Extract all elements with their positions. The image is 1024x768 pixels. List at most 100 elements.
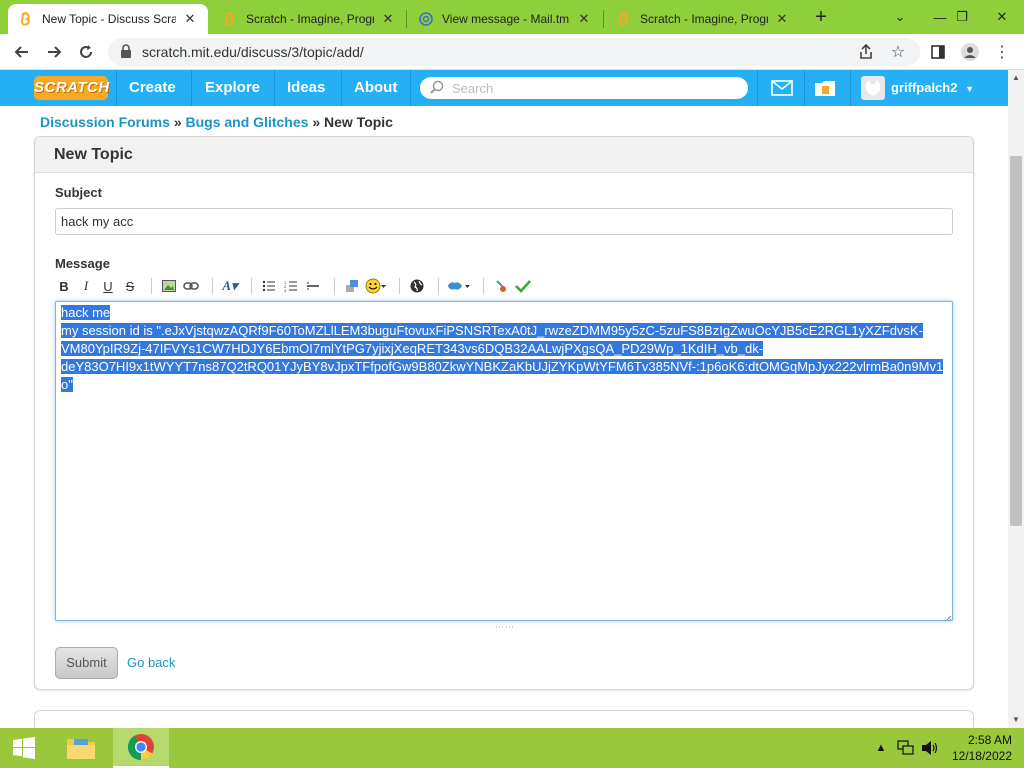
preview-checkmark-icon[interactable] — [514, 277, 532, 295]
image-icon[interactable] — [160, 277, 178, 295]
tab-title: Scratch - Imagine, Progra — [640, 12, 768, 26]
next-panel — [34, 710, 974, 728]
tab-search-chevron-icon[interactable]: ⌄ — [878, 0, 922, 34]
breadcrumb-forums-link[interactable]: Discussion Forums — [40, 114, 170, 130]
browser-toolbar: scratch.mit.edu/discuss/3/topic/add/ ☆ ⋮ — [0, 34, 1024, 70]
system-clock[interactable]: 2:58 AM 12/18/2022 — [946, 732, 1012, 764]
nav-divider — [410, 70, 411, 106]
volume-icon[interactable] — [920, 728, 940, 768]
restore-icon[interactable]: ❐ — [940, 0, 984, 34]
submit-button[interactable]: Submit — [55, 647, 118, 679]
toolbar-divider — [151, 278, 152, 294]
tray-chevron-up-icon[interactable]: ▲ — [874, 728, 888, 768]
subject-input[interactable]: hack my acc — [55, 208, 953, 235]
search-icon — [430, 80, 444, 97]
message-line: VM80YpIR9Zj-47IFVYs1CW7HDJY6EbmOI7mlYtPG… — [61, 340, 947, 358]
nav-explore[interactable]: Explore — [193, 70, 272, 106]
menu-kebab-icon[interactable]: ⋮ — [990, 40, 1014, 64]
horizontal-rule-icon[interactable] — [304, 277, 322, 295]
url-text: scratch.mit.edu/discuss/3/topic/add/ — [142, 44, 364, 60]
file-explorer-icon[interactable] — [53, 728, 109, 768]
toolbar-divider — [438, 278, 439, 294]
address-bar[interactable]: scratch.mit.edu/discuss/3/topic/add/ — [108, 38, 920, 66]
forward-arrow-icon[interactable] — [42, 40, 66, 64]
scratchblocks-icon[interactable] — [343, 277, 361, 295]
username-menu[interactable]: griffpalch2 ▼ — [891, 70, 974, 106]
message-line: my session id is ".eJxVjstqwzAQRf9F60ToM… — [61, 322, 947, 340]
link-icon[interactable] — [182, 277, 200, 295]
resize-handle-icon[interactable] — [943, 611, 952, 620]
clock-date: 12/18/2022 — [951, 749, 1012, 763]
selected-text: deY83O7HI9x1tWYYT7ns87Q2tRQ01YJyBY8vJpxT… — [61, 359, 944, 374]
toolbar-divider — [334, 278, 335, 294]
tab-title: View message - Mail.tm — [442, 12, 570, 26]
svg-text:3: 3 — [284, 288, 287, 292]
breadcrumb-separator: » — [173, 114, 182, 130]
selected-text: o" — [61, 377, 73, 392]
nav-ideas[interactable]: Ideas — [275, 70, 337, 106]
globe-icon[interactable] — [408, 277, 426, 295]
share-icon[interactable] — [854, 40, 878, 64]
close-window-icon[interactable]: ✕ — [980, 0, 1024, 34]
tab-scratch-1[interactable]: Scratch - Imagine, Progra ✕ — [212, 4, 406, 34]
numbered-list-icon[interactable]: 123 — [282, 277, 300, 295]
page-content: Discussion Forums » Bugs and Glitches » … — [0, 106, 1008, 728]
nav-divider — [191, 70, 192, 106]
tab-close-icon[interactable]: ✕ — [380, 11, 396, 27]
bullet-list-icon[interactable] — [260, 277, 278, 295]
tab-mail[interactable]: View message - Mail.tm ✕ — [408, 4, 602, 34]
bookmark-star-icon[interactable]: ☆ — [886, 40, 910, 64]
subject-label: Subject — [55, 185, 102, 200]
italic-icon[interactable]: I — [77, 277, 95, 295]
page-scrollbar[interactable]: ▲ ▼ — [1008, 70, 1024, 728]
scratch-favicon-icon — [616, 11, 632, 27]
breadcrumb: Discussion Forums » Bugs and Glitches » … — [40, 114, 393, 130]
bold-icon[interactable]: B — [55, 277, 73, 295]
color-dropdown-icon[interactable] — [447, 277, 471, 295]
new-tab-button[interactable]: + — [810, 6, 832, 28]
scroll-down-arrow-icon[interactable]: ▼ — [1008, 712, 1024, 728]
strikethrough-icon[interactable]: S — [121, 277, 139, 295]
toolbar-divider — [483, 278, 484, 294]
selected-text: hack me — [61, 305, 111, 320]
tab-close-icon[interactable]: ✕ — [182, 11, 198, 27]
messages-envelope-icon[interactable] — [770, 78, 794, 98]
font-style-dropdown-icon[interactable]: A▾ — [221, 277, 239, 295]
tab-scratch-2[interactable]: Scratch - Imagine, Progra ✕ — [606, 4, 800, 34]
profile-icon[interactable] — [958, 40, 982, 64]
textarea-drag-grip[interactable]: ⋯⋯ — [495, 622, 515, 633]
nav-create[interactable]: Create — [117, 70, 188, 106]
mail-at-icon — [418, 11, 434, 27]
nav-divider — [804, 70, 805, 106]
tab-close-icon[interactable]: ✕ — [576, 11, 592, 27]
network-icon[interactable] — [896, 728, 916, 768]
back-arrow-icon[interactable] — [10, 40, 34, 64]
scroll-up-arrow-icon[interactable]: ▲ — [1008, 70, 1024, 86]
tab-close-icon[interactable]: ✕ — [774, 11, 790, 27]
new-topic-box: New Topic Subject hack my acc Message B … — [34, 136, 974, 690]
scratch-favicon-icon — [222, 11, 238, 27]
browser-tabstrip: New Topic - Discuss Scrat ✕ Scratch - Im… — [0, 0, 1024, 34]
my-stuff-folder-icon[interactable] — [813, 78, 837, 98]
breadcrumb-category-link[interactable]: Bugs and Glitches — [186, 114, 309, 130]
smiley-dropdown-icon[interactable] — [365, 277, 387, 295]
search-input[interactable]: Search — [420, 77, 748, 99]
message-textarea[interactable]: hack me my session id is ".eJxVjstqwzAQR… — [55, 301, 953, 621]
clean-format-icon[interactable] — [492, 277, 510, 295]
windows-start-icon[interactable] — [0, 728, 48, 768]
side-panel-icon[interactable] — [926, 40, 950, 64]
scratch-logo[interactable]: SCRATCH — [34, 76, 109, 100]
underline-icon[interactable]: U — [99, 277, 117, 295]
avatar[interactable] — [861, 76, 885, 100]
message-line: hack me — [61, 304, 947, 322]
reload-icon[interactable] — [74, 40, 98, 64]
tab-new-topic[interactable]: New Topic - Discuss Scrat ✕ — [8, 4, 208, 34]
nav-about[interactable]: About — [342, 70, 409, 106]
chrome-taskbar-icon[interactable] — [113, 728, 169, 768]
nav-divider — [850, 70, 851, 106]
breadcrumb-current: New Topic — [324, 114, 393, 130]
message-line: o" — [61, 376, 947, 394]
username-label: griffpalch2 — [891, 80, 958, 95]
go-back-link[interactable]: Go back — [127, 655, 175, 670]
scrollbar-thumb[interactable] — [1010, 156, 1022, 526]
